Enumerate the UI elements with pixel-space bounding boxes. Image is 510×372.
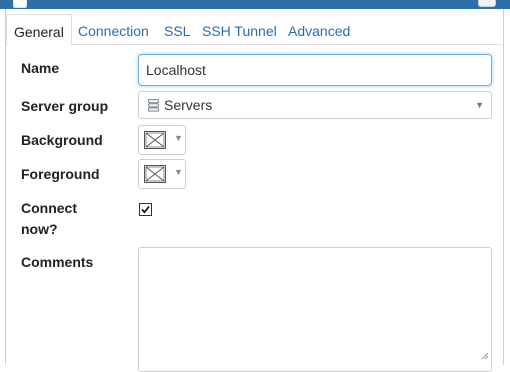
server-group-select[interactable]: Servers ▼ xyxy=(138,91,492,119)
name-label: Name xyxy=(21,60,60,76)
resize-handle-icon[interactable] xyxy=(482,353,488,359)
checkmark-icon xyxy=(141,205,150,214)
tab-general[interactable]: General xyxy=(6,14,72,46)
connect-now-label-line1: Connect xyxy=(21,200,77,216)
dialog-border-right xyxy=(503,9,504,365)
dialog-titlebar xyxy=(0,0,510,9)
tab-connection[interactable]: Connection xyxy=(78,14,149,44)
server-group-value: Servers xyxy=(164,97,213,113)
server-group-label: Server group xyxy=(21,98,109,114)
dialog-border-left xyxy=(5,9,6,365)
background-color-picker[interactable]: ▼ xyxy=(138,125,186,155)
comments-label: Comments xyxy=(21,254,94,270)
tab-bar: General Connection SSL SSH Tunnel Advanc… xyxy=(6,14,503,46)
connect-now-checkbox[interactable] xyxy=(139,203,152,216)
dialog-icon xyxy=(13,0,27,8)
no-color-swatch-icon xyxy=(144,165,166,183)
no-color-swatch-icon xyxy=(144,131,166,149)
connect-now-label: Connect now? xyxy=(21,198,77,240)
tab-ssl[interactable]: SSL xyxy=(164,14,190,44)
foreground-color-picker[interactable]: ▼ xyxy=(138,159,186,189)
chevron-down-icon: ▼ xyxy=(475,100,484,110)
chevron-down-icon: ▼ xyxy=(174,167,183,177)
server-group-icon xyxy=(148,99,159,112)
comments-textarea[interactable] xyxy=(138,247,492,372)
background-label: Background xyxy=(21,132,103,148)
tab-advanced[interactable]: Advanced xyxy=(288,14,350,44)
foreground-label: Foreground xyxy=(21,166,100,182)
chevron-down-icon: ▼ xyxy=(174,133,183,143)
tab-ssh-tunnel[interactable]: SSH Tunnel xyxy=(202,14,277,44)
close-button[interactable] xyxy=(478,0,496,7)
connect-now-label-line2: now? xyxy=(21,221,58,237)
name-input[interactable] xyxy=(138,54,492,86)
